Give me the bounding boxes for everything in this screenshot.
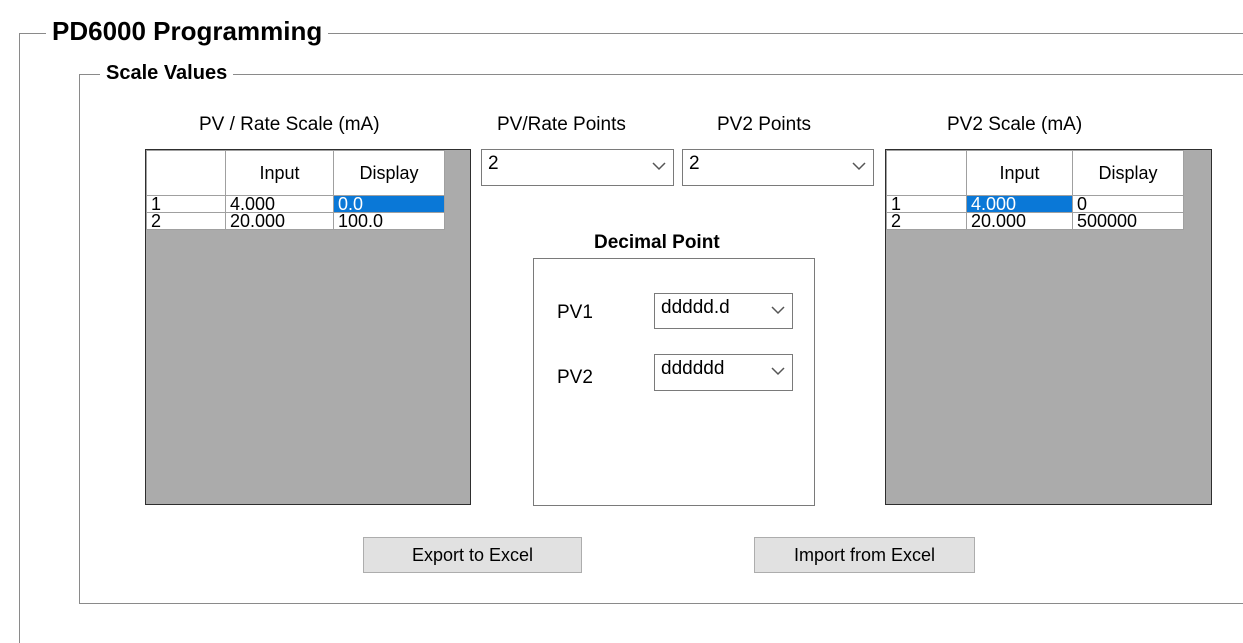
pv2-scale-caption: PV2 Scale (mA) — [947, 114, 1083, 135]
pv2-decimal-value: dddddd — [661, 358, 725, 379]
display-cell[interactable]: 100.0 — [333, 212, 445, 230]
display-cell[interactable]: 0 — [1072, 195, 1184, 213]
input-cell-selected[interactable]: 4.000 — [966, 195, 1073, 213]
export-to-excel-button[interactable]: Export to Excel — [363, 537, 582, 573]
display-cell-selected[interactable]: 0.0 — [333, 195, 445, 213]
pv2-scale-display-header[interactable]: Display — [1072, 150, 1184, 196]
pv2-decimal-select[interactable]: dddddd — [654, 354, 793, 391]
pv-rate-points-label: PV/Rate Points — [497, 114, 626, 135]
pv2-scale-header-row: Input Display — [886, 150, 1184, 196]
pv1-decimal-select[interactable]: ddddd.d — [654, 293, 793, 329]
chevron-down-icon[interactable] — [770, 304, 786, 316]
pv1-decimal-value: ddddd.d — [661, 297, 730, 318]
chevron-down-icon[interactable] — [851, 160, 867, 172]
pv2-scale-table: Input Display 1 4.000 0 2 20.000 500000 — [886, 150, 1184, 230]
table-row[interactable]: 2 20.000 500000 — [886, 212, 1184, 230]
pv2-label: PV2 — [557, 367, 593, 388]
pv-rate-points-select[interactable]: 2 — [481, 149, 674, 186]
input-cell[interactable]: 4.000 — [225, 195, 334, 213]
pv-rate-scale-header-row: Input Display — [146, 150, 445, 196]
input-cell[interactable]: 20.000 — [966, 212, 1073, 230]
pv-rate-points-value: 2 — [488, 153, 499, 174]
pv2-points-select[interactable]: 2 — [682, 149, 874, 186]
row-index-cell[interactable]: 2 — [146, 212, 226, 230]
scale-values-title: Scale Values — [100, 62, 234, 85]
chevron-down-icon[interactable] — [770, 365, 786, 377]
pv2-points-label: PV2 Points — [717, 114, 811, 135]
pv-rate-scale-display-header[interactable]: Display — [333, 150, 445, 196]
table-row[interactable]: 1 4.000 0.0 — [146, 195, 445, 213]
pv-rate-scale-caption: PV / Rate Scale (mA) — [199, 114, 380, 135]
row-index-cell[interactable]: 1 — [146, 195, 226, 213]
table-row[interactable]: 1 4.000 0 — [886, 195, 1184, 213]
pv2-scale-grid[interactable]: Input Display 1 4.000 0 2 20.000 500000 — [885, 149, 1212, 505]
pv-rate-scale-corner-header — [146, 150, 226, 196]
pv2-points-value: 2 — [689, 153, 700, 174]
pv2-scale-input-header[interactable]: Input — [966, 150, 1073, 196]
row-index-cell[interactable]: 2 — [886, 212, 967, 230]
pv-rate-scale-grid[interactable]: Input Display 1 4.000 0.0 2 20.000 100.0 — [145, 149, 471, 505]
pv-rate-scale-input-header[interactable]: Input — [225, 150, 334, 196]
pv1-label: PV1 — [557, 302, 593, 323]
display-cell[interactable]: 500000 — [1072, 212, 1184, 230]
row-index-cell[interactable]: 1 — [886, 195, 967, 213]
pv2-scale-corner-header — [886, 150, 967, 196]
decimal-point-title: Decimal Point — [594, 232, 720, 253]
pd6000-programming-title: PD6000 Programming — [46, 16, 329, 47]
input-cell[interactable]: 20.000 — [225, 212, 334, 230]
chevron-down-icon[interactable] — [651, 160, 667, 172]
pv-rate-scale-table: Input Display 1 4.000 0.0 2 20.000 100.0 — [146, 150, 445, 230]
import-from-excel-button[interactable]: Import from Excel — [754, 537, 975, 573]
table-row[interactable]: 2 20.000 100.0 — [146, 212, 445, 230]
